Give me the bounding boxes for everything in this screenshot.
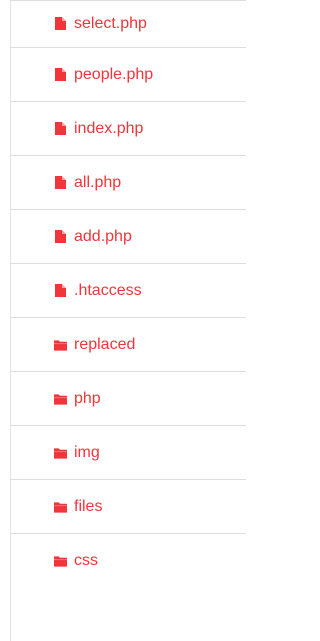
list-item-folder-img[interactable]: img <box>11 426 246 480</box>
file-icon <box>54 122 67 135</box>
list-item-folder-css[interactable]: css <box>11 534 246 588</box>
file-icon <box>54 176 67 189</box>
list-item-label: index.php <box>74 119 144 137</box>
folder-icon <box>54 500 67 513</box>
list-item-label: select.php <box>74 14 147 32</box>
list-item-label: .htaccess <box>74 281 142 299</box>
list-item-label: css <box>74 552 98 569</box>
list-item-htaccess[interactable]: .htaccess <box>11 264 246 318</box>
list-item-all-php[interactable]: all.php <box>11 156 246 210</box>
file-icon <box>54 230 67 243</box>
list-item-people-php[interactable]: people.php <box>11 48 246 102</box>
list-item-label: all.php <box>74 173 122 191</box>
list-item-label: img <box>74 443 100 461</box>
list-item-folder-files[interactable]: files <box>11 480 246 534</box>
list-item-label: add.php <box>74 227 132 245</box>
list-item-label: people.php <box>74 65 154 83</box>
list-item-label: php <box>74 389 101 407</box>
list-item-index-php[interactable]: index.php <box>11 102 246 156</box>
folder-icon <box>54 446 67 459</box>
folder-icon <box>54 555 67 568</box>
folder-icon <box>54 338 67 351</box>
file-list: select.php people.php index.php all.php … <box>11 0 246 588</box>
folder-icon <box>54 392 67 405</box>
file-list-panel: select.php people.php index.php all.php … <box>0 0 246 641</box>
file-icon <box>54 17 67 30</box>
list-item-folder-php[interactable]: php <box>11 372 246 426</box>
list-item-label: replaced <box>74 335 136 353</box>
list-item-label: files <box>74 497 103 515</box>
file-icon <box>54 284 67 297</box>
list-item-add-php[interactable]: add.php <box>11 210 246 264</box>
file-icon <box>54 68 67 81</box>
list-item-select-php[interactable]: select.php <box>11 0 246 48</box>
list-item-folder-replaced[interactable]: replaced <box>11 318 246 372</box>
